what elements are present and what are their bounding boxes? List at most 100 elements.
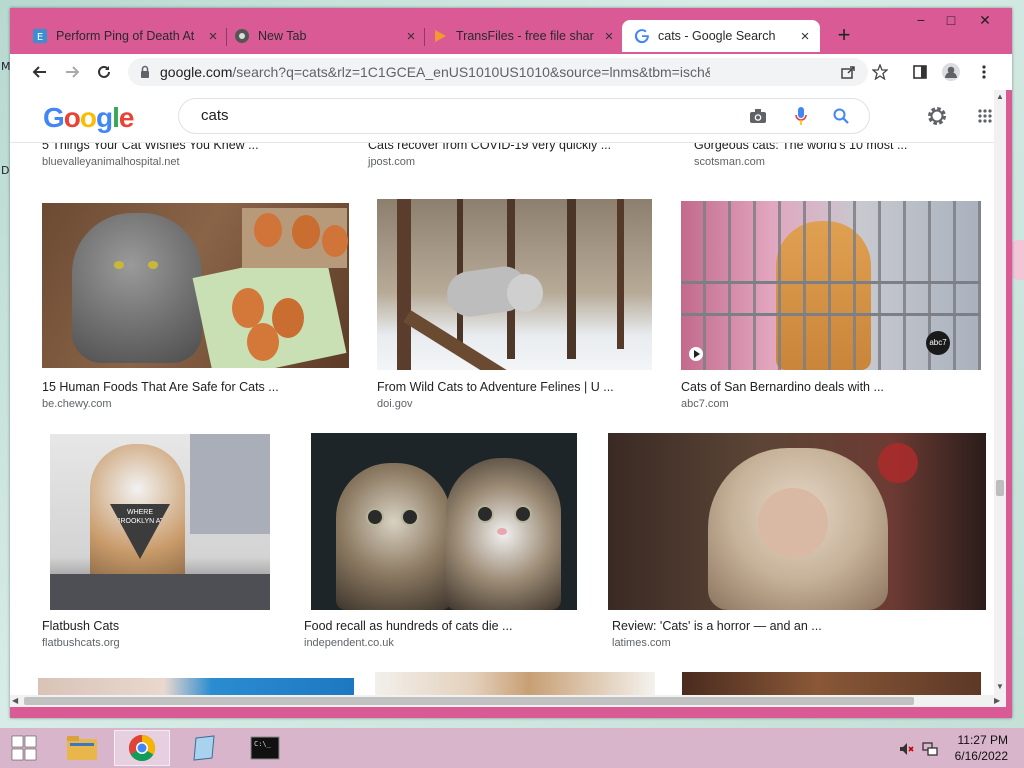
reload-button[interactable] xyxy=(92,60,116,84)
result-image-independent[interactable] xyxy=(311,433,577,610)
result-source[interactable]: jpost.com xyxy=(368,156,415,168)
tab-ping-of-death[interactable]: E Perform Ping of Death At × xyxy=(32,20,222,52)
play-icon[interactable] xyxy=(689,347,703,361)
start-button[interactable] xyxy=(0,730,48,766)
url-text[interactable]: google.com/search?q=cats&rlz=1C1GCEA_enU… xyxy=(160,64,710,80)
abc7-logo: abc7 xyxy=(926,331,950,355)
microphone-icon[interactable] xyxy=(795,107,807,125)
tab-new-tab[interactable]: New Tab × xyxy=(234,20,420,52)
result-source[interactable]: scotsman.com xyxy=(694,156,765,168)
scroll-right-icon[interactable]: ▶ xyxy=(994,696,1000,705)
lock-icon xyxy=(141,65,149,78)
browser-menu-button[interactable] xyxy=(972,60,996,84)
search-box xyxy=(178,98,870,134)
apps-grid-icon[interactable] xyxy=(978,109,992,123)
tab-title: Perform Ping of Death At xyxy=(56,29,195,43)
avatar-icon xyxy=(942,63,960,81)
result-image-doi[interactable] xyxy=(377,199,652,370)
tab-title: New Tab xyxy=(258,29,307,43)
speaker-muted-icon[interactable] xyxy=(898,741,914,757)
share-icon[interactable] xyxy=(840,64,856,80)
url-path: /search?q=cats&rlz=1C1GCEA_enUS1010US101… xyxy=(232,64,710,80)
camera-icon[interactable] xyxy=(749,108,767,124)
system-clock[interactable]: 11:27 PM 6/16/2022 xyxy=(955,732,1008,764)
result-title[interactable]: 15 Human Foods That Are Safe for Cats ..… xyxy=(42,380,279,394)
browser-toolbar: google.com/search?q=cats&rlz=1C1GCEA_enU… xyxy=(10,54,1012,90)
arrow-left-icon xyxy=(32,66,46,78)
new-tab-button[interactable]: + xyxy=(832,24,856,48)
result-source[interactable]: be.chewy.com xyxy=(42,398,112,410)
taskbar-command-prompt[interactable]: C:\_ xyxy=(237,730,293,766)
result-image-partial[interactable] xyxy=(38,678,354,695)
result-source[interactable]: bluevalleyanimalhospital.net xyxy=(42,156,180,168)
close-icon[interactable]: × xyxy=(402,28,420,45)
google-header: Google xyxy=(10,90,994,143)
clock-date: 6/16/2022 xyxy=(954,749,1008,763)
terminal-icon: C:\_ xyxy=(250,736,280,760)
minimize-button[interactable]: − xyxy=(906,12,936,32)
result-image-partial[interactable] xyxy=(375,672,655,695)
google-icon xyxy=(634,29,649,44)
transfiles-icon xyxy=(435,30,446,42)
side-panel-button[interactable] xyxy=(908,60,932,84)
desktop-icon-label: D xyxy=(1,164,10,177)
scroll-left-icon[interactable]: ◀ xyxy=(12,696,18,705)
browser-window: E Perform Ping of Death At × New Tab × T… xyxy=(10,8,1012,718)
scroll-down-icon[interactable]: ▼ xyxy=(996,682,1004,691)
gear-icon[interactable] xyxy=(926,105,948,127)
taskbar-chrome[interactable] xyxy=(114,730,170,766)
notepad-icon xyxy=(193,735,215,761)
reload-icon xyxy=(98,65,110,78)
close-icon[interactable]: × xyxy=(600,28,618,45)
scrollbar-thumb[interactable] xyxy=(996,480,1004,496)
tab-transfiles[interactable]: TransFiles - free file shar × xyxy=(432,20,618,52)
result-image-chewy[interactable] xyxy=(42,203,349,368)
result-image-flatbush[interactable]: WHERE BROOKLYN AT xyxy=(50,434,270,610)
close-icon[interactable]: × xyxy=(204,28,222,45)
close-icon[interactable]: × xyxy=(796,28,814,45)
result-image-partial[interactable] xyxy=(682,672,981,695)
star-icon[interactable] xyxy=(872,64,888,80)
result-title[interactable]: Flatbush Cats xyxy=(42,619,119,633)
result-title[interactable]: Review: 'Cats' is a horror — and an ... xyxy=(612,619,822,633)
horizontal-scrollbar[interactable]: ◀ ▶ xyxy=(10,695,1006,707)
svg-text:C:\_: C:\_ xyxy=(254,740,272,748)
network-icon[interactable] xyxy=(922,741,938,757)
scroll-up-icon[interactable]: ▲ xyxy=(996,92,1004,101)
tab-title: TransFiles - free file shar xyxy=(456,29,594,43)
folder-icon xyxy=(67,736,97,760)
taskbar-notepad[interactable] xyxy=(176,730,232,766)
result-image-abc7[interactable]: abc7 xyxy=(681,201,981,370)
side-panel-icon xyxy=(913,65,927,79)
clock-time: 11:27 PM xyxy=(957,733,1008,747)
result-source[interactable]: independent.co.uk xyxy=(304,637,394,649)
close-window-button[interactable]: ✕ xyxy=(970,12,1000,32)
taskbar-file-explorer[interactable] xyxy=(54,730,110,766)
tab-cats-google-search[interactable]: cats - Google Search × xyxy=(622,20,820,52)
result-title[interactable]: Food recall as hundreds of cats die ... xyxy=(304,619,512,633)
chrome-icon xyxy=(128,734,156,762)
profile-button[interactable] xyxy=(939,60,963,84)
search-input[interactable] xyxy=(199,106,703,125)
result-source[interactable]: doi.gov xyxy=(377,398,412,410)
address-bar[interactable]: google.com/search?q=cats&rlz=1C1GCEA_enU… xyxy=(128,58,888,86)
chrome-icon xyxy=(235,29,249,43)
back-button[interactable] xyxy=(28,60,52,84)
tab-strip: E Perform Ping of Death At × New Tab × T… xyxy=(10,8,1012,54)
result-image-latimes[interactable] xyxy=(608,433,986,610)
result-source[interactable]: abc7.com xyxy=(681,398,729,410)
google-logo[interactable]: Google xyxy=(43,102,134,134)
result-title[interactable]: Cats of San Bernardino deals with ... xyxy=(681,380,884,394)
result-title[interactable]: From Wild Cats to Adventure Felines | U … xyxy=(377,380,614,394)
search-icon[interactable] xyxy=(833,108,849,124)
tab-title: cats - Google Search xyxy=(658,29,776,43)
maximize-button[interactable]: □ xyxy=(936,12,966,32)
forward-button[interactable] xyxy=(60,60,84,84)
arrow-right-icon xyxy=(66,66,80,78)
result-source[interactable]: flatbushcats.org xyxy=(42,637,120,649)
result-source[interactable]: latimes.com xyxy=(612,637,671,649)
scrollbar-thumb[interactable] xyxy=(24,697,914,705)
wallpaper-decoration xyxy=(1010,240,1024,280)
vertical-scrollbar[interactable]: ▲ ▼ xyxy=(994,90,1006,695)
kebab-menu-icon xyxy=(982,65,986,79)
